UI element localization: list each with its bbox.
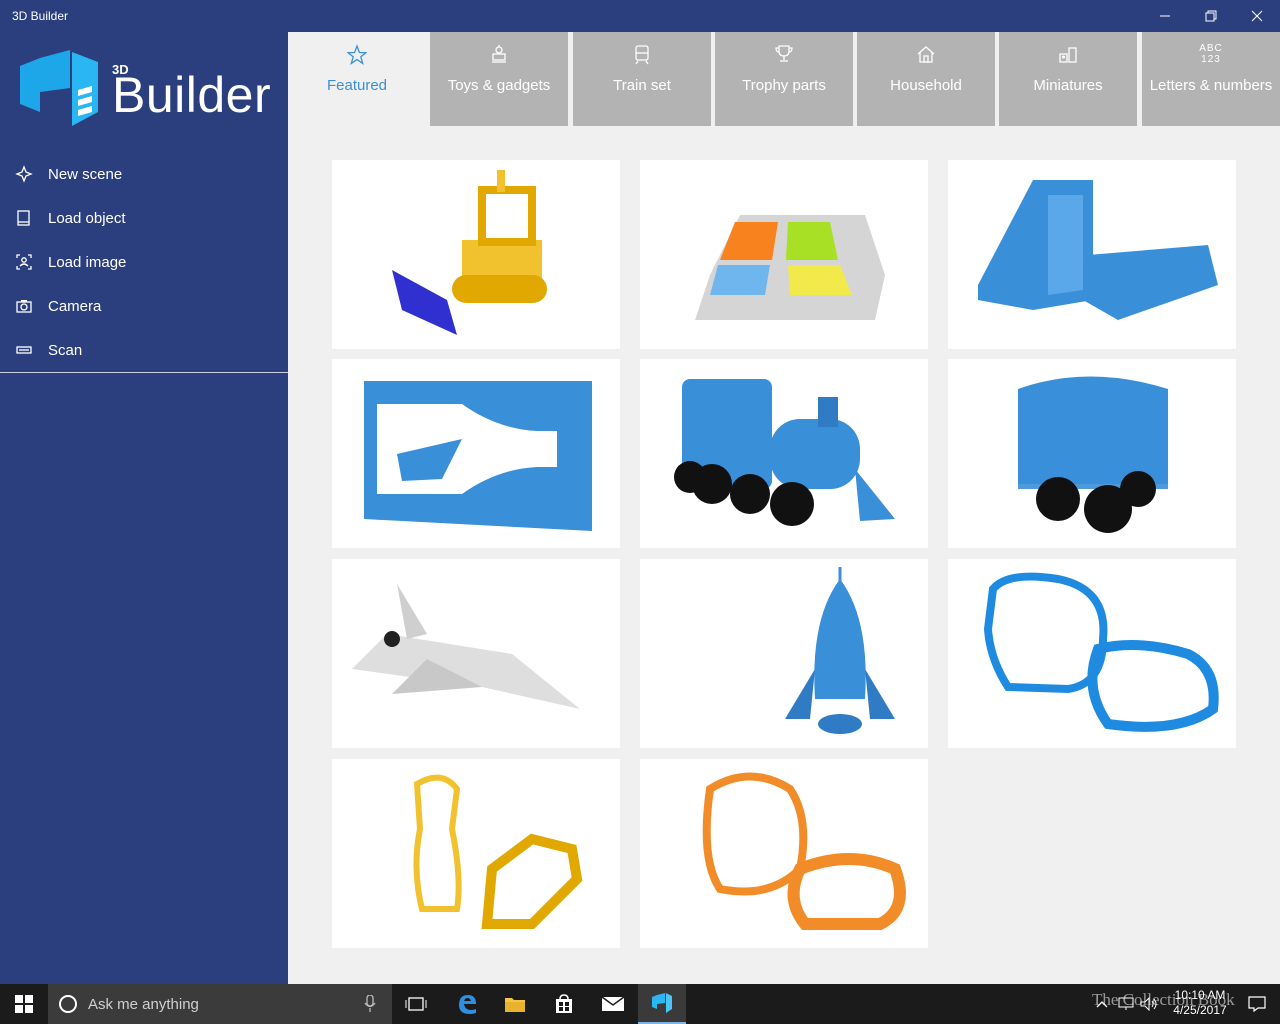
locomotive-icon <box>674 379 895 526</box>
tab-miniatures[interactable]: Miniatures <box>999 32 1137 126</box>
camera-icon <box>16 300 32 313</box>
start-button[interactable] <box>0 984 48 1024</box>
system-clock[interactable]: 10:10 AM 4/25/2017 <box>1160 988 1240 1018</box>
sidebar-divider <box>0 372 288 373</box>
model-tile-raspberry-pi-case[interactable] <box>948 160 1236 349</box>
mail-icon <box>601 996 625 1011</box>
menu-label: Load image <box>48 253 127 271</box>
giraffe-cutter-icon <box>413 774 583 929</box>
sidebar-menu: New scene Load object Load image Camera … <box>0 152 288 372</box>
app-logo: 3D Builder <box>18 48 278 130</box>
windows-logo-icon <box>15 995 33 1013</box>
tab-household[interactable]: Household <box>857 32 995 126</box>
menu-item-load-object[interactable]: Load object <box>0 196 288 240</box>
shuttle-icon <box>352 584 580 709</box>
edge-browser-icon <box>459 995 476 1014</box>
elephant-cutter-icon <box>983 572 1219 732</box>
logo-builder-text: Builder <box>112 67 272 123</box>
category-tabs: Featured Toys & gadgets Train set Trophy… <box>288 32 1280 126</box>
ship-bottle-icon <box>364 381 592 531</box>
window-title: 3D Builder <box>12 9 69 23</box>
lion-cutter-icon <box>702 772 906 930</box>
model-tile-lion-cutter[interactable] <box>640 759 928 948</box>
store-button[interactable] <box>540 984 588 1024</box>
wagon-icon <box>1018 376 1168 533</box>
tab-label: Train set <box>613 77 671 94</box>
menu-item-camera[interactable]: Camera <box>0 284 288 328</box>
rocket-icon <box>785 567 895 734</box>
microphone-icon[interactable] <box>364 995 376 1013</box>
model-tile-rocket[interactable] <box>640 559 928 748</box>
tab-trophy-parts[interactable]: Trophy parts <box>715 32 853 126</box>
tab-label: Letters & numbers <box>1149 77 1273 94</box>
tab-letters-numbers[interactable]: ABC 123 Letters & numbers <box>1142 32 1280 126</box>
action-center-icon[interactable] <box>1248 996 1266 1012</box>
menu-label: New scene <box>48 165 123 183</box>
abc-123-icon: ABC 123 <box>1199 43 1223 65</box>
file-explorer-button[interactable] <box>491 984 539 1024</box>
tab-toys-gadgets[interactable]: Toys & gadgets <box>430 32 568 126</box>
clock-time: 10:10 AM <box>1174 988 1226 1002</box>
mail-button[interactable] <box>589 984 637 1024</box>
model-tile-ship-bottle[interactable] <box>332 359 620 548</box>
3d-builder-icon <box>652 993 672 1013</box>
tab-label: Household <box>890 77 962 94</box>
tab-label: Miniatures <box>1033 77 1103 94</box>
star-icon <box>347 44 367 65</box>
model-tile-bulldozer[interactable] <box>332 160 620 349</box>
folder-icon <box>505 998 525 1012</box>
model-tile-elephant-cutter[interactable] <box>948 559 1236 748</box>
tab-featured[interactable]: Featured <box>288 32 426 126</box>
title-bar: 3D Builder <box>0 0 1280 32</box>
load-object-icon <box>17 210 30 226</box>
clock-date: 4/25/2017 <box>1173 1003 1227 1017</box>
edge-button[interactable] <box>443 984 491 1024</box>
logo-mark-icon <box>20 50 98 126</box>
model-tile-windows-tray[interactable] <box>640 160 928 349</box>
model-tile-space-shuttle[interactable] <box>332 559 620 748</box>
trophy-icon <box>775 45 793 62</box>
close-icon <box>1251 10 1263 22</box>
close-button[interactable] <box>1234 0 1280 32</box>
robot-icon <box>492 45 506 63</box>
new-scene-icon <box>15 165 33 183</box>
house-icon <box>917 46 935 63</box>
minimize-icon <box>1160 15 1170 17</box>
search-placeholder: Ask me anything <box>88 996 199 1013</box>
windows-tray-icon <box>695 215 885 320</box>
menu-label: Scan <box>48 341 83 359</box>
bulldozer-icon <box>392 170 547 335</box>
model-tile-train-wagon[interactable] <box>948 359 1236 548</box>
task-view-button[interactable] <box>392 984 440 1024</box>
scan-icon <box>16 346 32 354</box>
tab-label: Featured <box>326 77 388 94</box>
pi-case-icon <box>978 180 1218 320</box>
store-bag-icon <box>556 994 572 1013</box>
cortana-icon <box>59 995 77 1013</box>
restore-button[interactable] <box>1188 0 1234 32</box>
minimize-button[interactable] <box>1142 0 1188 32</box>
menu-item-new-scene[interactable]: New scene <box>0 152 288 196</box>
tab-label: Trophy parts <box>742 77 826 94</box>
tab-train-set[interactable]: Train set <box>573 32 711 126</box>
menu-label: Load object <box>48 209 126 227</box>
train-icon <box>635 45 649 65</box>
task-view-icon <box>405 997 427 1011</box>
menu-item-scan[interactable]: Scan <box>0 328 288 372</box>
menu-label: Camera <box>48 297 102 315</box>
menu-item-load-image[interactable]: Load image <box>0 240 288 284</box>
miniatures-icon <box>1059 47 1077 63</box>
tab-label: Toys & gadgets <box>447 77 551 94</box>
load-image-icon <box>16 254 32 270</box>
sidebar: 3D Builder New scene Load object Load im… <box>0 32 288 984</box>
cortana-search-box[interactable]: Ask me anything <box>48 984 392 1024</box>
model-tile-train-locomotive[interactable] <box>640 359 928 548</box>
model-tile-giraffe-cutter[interactable] <box>332 759 620 948</box>
restore-icon <box>1205 10 1217 22</box>
3d-builder-taskbar-button[interactable] <box>638 984 686 1024</box>
taskbar: Ask me anything The Collection Book 10:1… <box>0 984 1280 1024</box>
